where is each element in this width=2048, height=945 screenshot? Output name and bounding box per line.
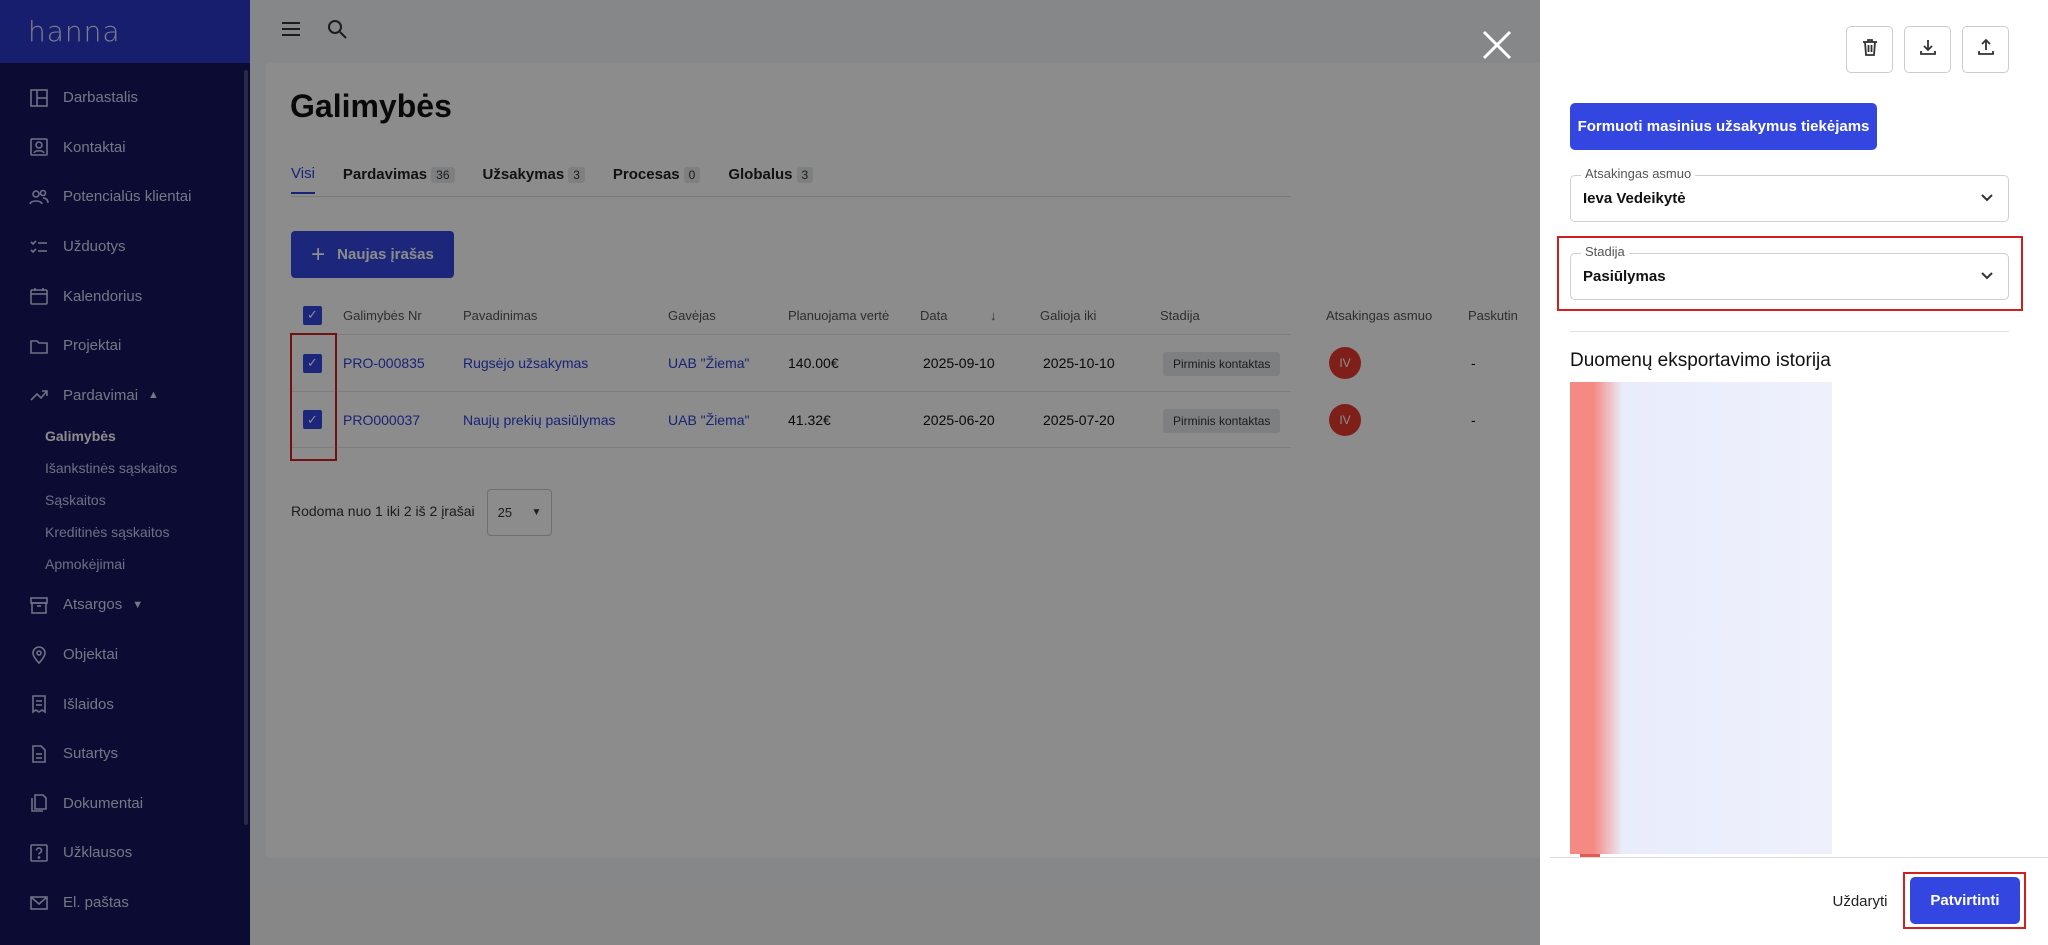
drawer-footer-divider xyxy=(1550,857,2048,858)
responsible-person-select[interactable]: Atsakingas asmuo Ieva Vedeikytė xyxy=(1570,166,2009,222)
responsible-person-label: Atsakingas asmuo xyxy=(1581,166,1696,181)
delete-button[interactable] xyxy=(1846,26,1893,73)
modal-backdrop[interactable] xyxy=(0,0,1540,945)
chevron-down-icon xyxy=(1978,188,1996,210)
highlight-stage-select xyxy=(1557,236,2023,311)
highlight-confirm-button xyxy=(1903,872,2026,929)
drawer-divider xyxy=(1570,331,2009,332)
download-icon xyxy=(1918,37,1938,62)
export-history-title: Duomenų eksportavimo istorija xyxy=(1570,350,1831,371)
close-icon[interactable] xyxy=(1480,28,1514,62)
side-drawer: Formuoti masinius užsakymus tiekėjams At… xyxy=(1540,0,2048,945)
trash-icon xyxy=(1860,37,1880,62)
responsible-person-value: Ieva Vedeikytė xyxy=(1583,190,1686,207)
close-button[interactable]: Uždaryti xyxy=(1820,885,1900,917)
upload-button[interactable] xyxy=(1962,26,2009,73)
upload-icon xyxy=(1976,37,1996,62)
download-button[interactable] xyxy=(1904,26,1951,73)
export-history-preview xyxy=(1570,382,1832,854)
bulk-supplier-orders-button[interactable]: Formuoti masinius užsakymus tiekėjams xyxy=(1570,103,1877,150)
